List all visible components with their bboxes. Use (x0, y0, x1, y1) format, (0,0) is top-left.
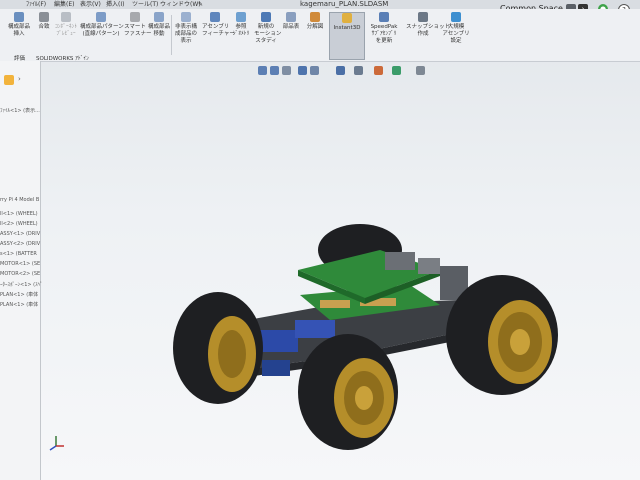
wheel-front-left[interactable] (173, 292, 263, 404)
wheel-rear-right[interactable] (446, 275, 558, 395)
graphics-area[interactable] (0, 0, 640, 480)
solidworks-window: ﾌｧｲﾙ(F) 編集(E) 表示(V) 挿入(I) ツール(T) ウィンドウ(W… (0, 0, 640, 480)
wheel-front-right[interactable] (298, 334, 398, 450)
reference-triad (49, 436, 64, 451)
